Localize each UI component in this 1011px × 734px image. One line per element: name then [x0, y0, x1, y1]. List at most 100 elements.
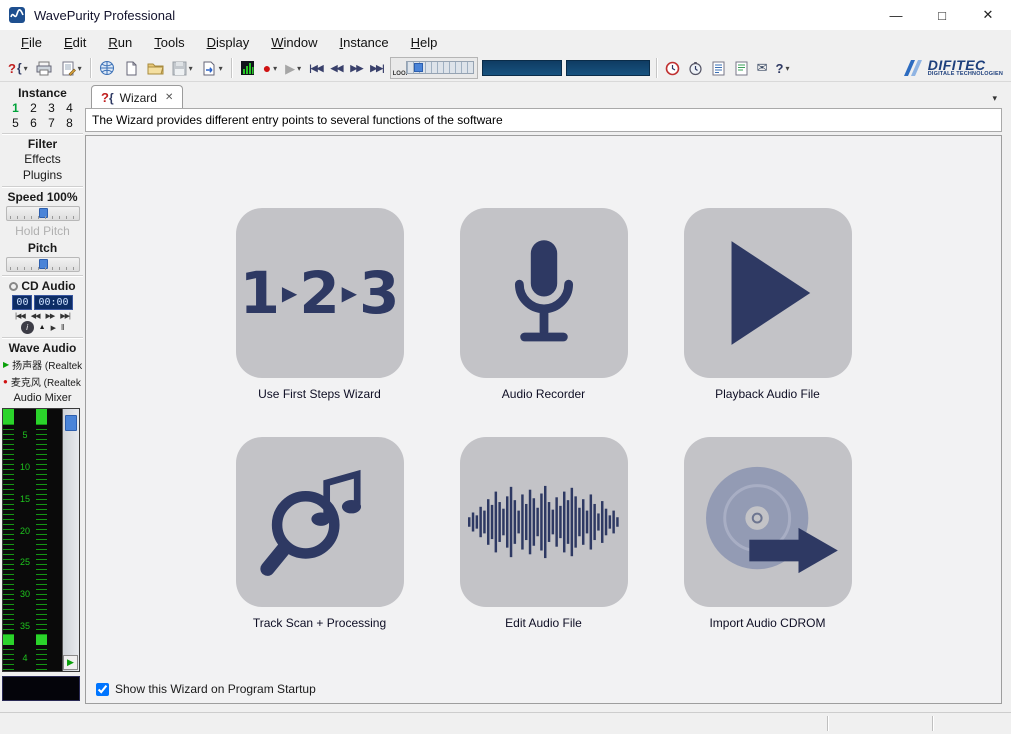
tile-edit-audio-file[interactable]: [460, 437, 628, 607]
skip-last-button[interactable]: ▶▶|: [366, 57, 387, 80]
menu-run[interactable]: Run: [97, 32, 143, 53]
print-button[interactable]: [32, 57, 56, 80]
instance-5[interactable]: 5: [7, 116, 25, 130]
tile-audio-recorder[interactable]: [460, 208, 628, 378]
chevron-down-icon[interactable]: ▾: [273, 64, 277, 73]
print-setup-icon: [60, 61, 76, 76]
menu-instance[interactable]: Instance: [328, 32, 399, 53]
menu-tools[interactable]: Tools: [143, 32, 195, 53]
chevron-down-icon[interactable]: ▾: [785, 64, 789, 73]
cd-play-button[interactable]: ▶: [51, 324, 56, 332]
record-device-row[interactable]: ● 麦克风 (Realtek: [0, 374, 85, 389]
menu-help[interactable]: Help: [400, 32, 449, 53]
scale-label: 4: [14, 654, 36, 663]
wizard-brace-icon: {: [17, 61, 22, 75]
cd-info-button[interactable]: i: [21, 321, 34, 334]
maximize-button[interactable]: □: [919, 0, 965, 30]
instance-4[interactable]: 4: [61, 101, 79, 115]
report-button[interactable]: [730, 57, 753, 80]
cd-pause-button[interactable]: ‖: [61, 323, 64, 332]
chevron-down-icon[interactable]: ▾: [24, 64, 28, 73]
instance-6[interactable]: 6: [25, 116, 43, 130]
level-meter-button[interactable]: [236, 57, 259, 80]
new-file-button[interactable]: [119, 57, 143, 80]
close-button[interactable]: ✕: [965, 0, 1011, 30]
playback-device-row[interactable]: ▶ 扬声器 (Realtek: [0, 357, 85, 372]
brand-tagline: DIGITALE TECHNOLOGIEN: [928, 72, 1003, 78]
tile-import-audio-cdrom[interactable]: [684, 437, 852, 607]
speed-timer-button[interactable]: [684, 57, 707, 80]
scale-label: 10: [14, 463, 36, 472]
skip-first-button[interactable]: |◀◀: [305, 57, 326, 80]
help-button[interactable]: ? ▾: [772, 57, 794, 80]
cd-forward-button[interactable]: ▶▶: [45, 312, 56, 320]
tab-close-icon[interactable]: ✕: [165, 92, 173, 103]
chevron-down-icon[interactable]: ▾: [297, 64, 301, 73]
skip-last-icon: ▶▶|: [370, 63, 383, 74]
menu-display[interactable]: Display: [196, 32, 261, 53]
save-button[interactable]: ▾: [168, 57, 197, 80]
pitch-slider-thumb[interactable]: [39, 259, 48, 269]
loop-control[interactable]: LOOP: [390, 57, 478, 79]
play-button[interactable]: ▶ ▾: [281, 57, 305, 80]
level-meter-left-strip: [3, 409, 14, 671]
loop-slider[interactable]: [406, 61, 474, 74]
startup-checkbox-row[interactable]: Show this Wizard on Program Startup: [96, 682, 316, 696]
level-meter-right-strip: [36, 409, 47, 671]
open-file-button[interactable]: [143, 57, 168, 80]
loop-slider-thumb[interactable]: [414, 63, 423, 72]
audio-mixer-link[interactable]: Audio Mixer: [0, 392, 85, 404]
cd-timer-button[interactable]: [661, 57, 684, 80]
menu-edit[interactable]: Edit: [53, 32, 97, 53]
cd-skip-first-button[interactable]: |◀◀: [14, 312, 26, 320]
instance-3[interactable]: 3: [43, 101, 61, 115]
web-button[interactable]: [95, 57, 119, 80]
chevron-down-icon[interactable]: ▾: [78, 64, 82, 73]
tracklist-button[interactable]: [707, 57, 730, 80]
print-setup-button[interactable]: ▾: [56, 57, 86, 80]
meter-volume-slider[interactable]: [62, 409, 79, 671]
chevron-down-icon[interactable]: ▾: [189, 64, 193, 73]
menu-file[interactable]: File: [10, 32, 53, 53]
tab-wizard[interactable]: ?{ Wizard ✕: [91, 85, 183, 108]
startup-checkbox[interactable]: [96, 683, 109, 696]
level-meter: 5 10 15 20 25 30 35 4 ▶: [2, 408, 80, 672]
export-button[interactable]: ▾: [197, 57, 227, 80]
cd-track-display: 00: [12, 295, 32, 310]
statusbar: [0, 712, 1011, 734]
open-folder-icon: [147, 61, 164, 75]
record-button[interactable]: ● ▾: [259, 57, 281, 80]
minimize-button[interactable]: —: [873, 0, 919, 30]
instance-8[interactable]: 8: [61, 116, 79, 130]
tile-playback-audio-file[interactable]: [684, 208, 852, 378]
toolbar-separator: [231, 58, 232, 78]
instance-7[interactable]: 7: [43, 116, 61, 130]
cd-rewind-button[interactable]: ◀◀: [30, 312, 41, 320]
meter-volume-thumb[interactable]: [65, 415, 77, 431]
play-large-icon: [720, 237, 816, 349]
speed-slider[interactable]: [6, 206, 80, 221]
sidebar-item-plugins[interactable]: Plugins: [0, 167, 85, 183]
mail-button[interactable]: ✉: [753, 57, 772, 80]
chevron-down-icon[interactable]: ▾: [219, 64, 223, 73]
tab-list-dropdown-icon[interactable]: ▾: [992, 93, 997, 108]
wizard-panel: 1▶2▶3 Use First Steps Wizard: [85, 135, 1002, 704]
mail-icon: ✉: [757, 60, 768, 76]
rewind-button[interactable]: ◀◀: [327, 57, 347, 80]
instance-1[interactable]: 1: [7, 101, 25, 115]
window-title: WavePurity Professional: [34, 8, 175, 23]
oscilloscope-display: [2, 676, 80, 701]
play-icon: ▶: [285, 62, 295, 75]
forward-button[interactable]: ▶▶: [346, 57, 366, 80]
menu-window[interactable]: Window: [260, 32, 328, 53]
meter-play-button[interactable]: ▶: [63, 655, 78, 670]
cd-skip-last-button[interactable]: ▶▶|: [59, 312, 71, 320]
tile-track-scan-processing[interactable]: [236, 437, 404, 607]
cd-eject-button[interactable]: ▲: [39, 324, 46, 331]
tile-first-steps-wizard[interactable]: 1▶2▶3: [236, 208, 404, 378]
speed-slider-thumb[interactable]: [39, 208, 48, 218]
wizard-button[interactable]: ?{ ▾: [4, 57, 32, 80]
instance-2[interactable]: 2: [25, 101, 43, 115]
pitch-slider[interactable]: [6, 257, 80, 272]
sidebar-item-effects[interactable]: Effects: [0, 151, 85, 167]
